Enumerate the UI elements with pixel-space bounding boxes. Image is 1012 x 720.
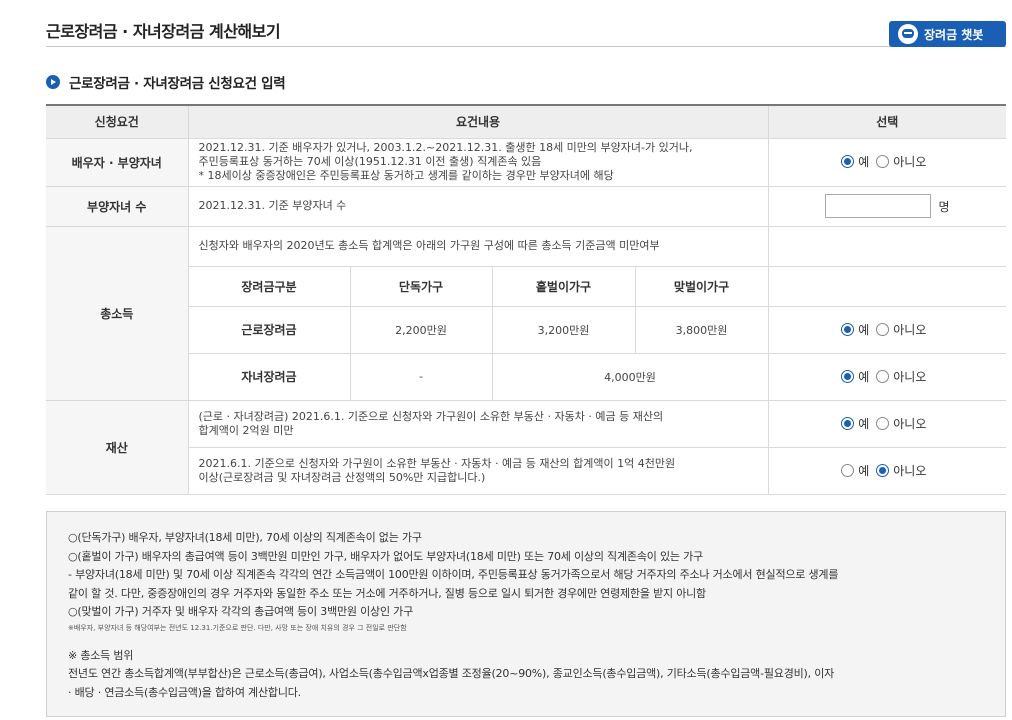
- spouse-line-2: 주민등록표상 동거하는 70세 이상(1951.12.31 이전 출생) 직계존…: [198, 155, 542, 168]
- chatbot-label: 장려금 챗봇: [924, 27, 984, 42]
- property-2-radio-group: 예 아니오: [841, 462, 933, 479]
- income-child-radio-no[interactable]: [876, 369, 890, 383]
- note-line-3: - 부양자녀(18세 미만) 및 70세 이상 직계존속 각각의 연간 소득금액…: [68, 568, 839, 581]
- spouse-description: 2021.12.31. 기준 배우자가 있거나, 2003.1.2.~2021.…: [188, 138, 769, 187]
- property-2-radio-yes[interactable]: [841, 463, 855, 477]
- radio-label-no: 아니오: [893, 369, 927, 384]
- radio-label-yes: 예: [858, 155, 870, 169]
- section-title-text: 근로장려금 · 자녀장려금 신청요건 입력: [69, 76, 286, 92]
- property-1-select: 예 아니오: [767, 400, 1007, 448]
- income-intro: 신청자와 배우자의 2020년도 총소득 합계액은 아래의 가구원 구성에 따른…: [188, 226, 769, 267]
- income-child-label: 자녀장려금: [188, 353, 350, 401]
- note-line-6: ※ 총소득 범위: [68, 648, 134, 662]
- note-line-4: 같이 할 것. 다만, 중증장애인의 경우 거주자와 동일한 주소 또는 거소에…: [68, 586, 706, 600]
- income-work-single: 2,200만원: [349, 306, 492, 354]
- table-row-income-child: 자녀장려금 - 4,000만원 예 아니오: [46, 353, 1007, 401]
- property-1-description: (근로 · 자녀장려금) 2021.6.1. 기준으로 신청자와 가구원이 소유…: [188, 400, 769, 448]
- note-line-5: ○(맞벌이 가구) 거주자 및 배우자 각각의 총급여액 등이 3백만원 이상인…: [68, 605, 414, 618]
- requirements-table: 신청요건 요건내용 선택 배우자 · 부양자녀 2021.12.31. 기준 배…: [46, 104, 1007, 495]
- header-requirement: 신청요건: [46, 104, 188, 139]
- income-work-radio-yes[interactable]: [841, 322, 855, 336]
- radio-label-yes: 예: [858, 463, 870, 478]
- income-col-single: 단독가구: [349, 266, 492, 307]
- spouse-line-1: 2021.12.31. 기준 배우자가 있거나, 2003.1.2.~2021.…: [198, 141, 693, 154]
- spouse-select: 예 아니오: [767, 138, 1007, 187]
- spouse-radio-no[interactable]: [876, 155, 890, 168]
- chatbot-button[interactable]: 장려금 챗봇: [889, 21, 1006, 47]
- income-col-two-earner: 맞벌이가구: [634, 266, 769, 307]
- income-child-earner: 4,000만원: [491, 353, 769, 401]
- income-child-radio-group: 예 아니오: [841, 368, 933, 385]
- section-title: 근로장려금 · 자녀장려금 신청요건 입력: [46, 72, 286, 92]
- table-row-property-1: 재산 (근로 · 자녀장려금) 2021.6.1. 기준으로 신청자와 가구원이…: [46, 400, 1007, 495]
- income-work-two-earner: 3,800만원: [634, 306, 769, 354]
- row-label-income: 총소득: [46, 226, 189, 401]
- radio-label-no: 아니오: [893, 155, 927, 169]
- table-row-income-intro: 총소득 신청자와 배우자의 2020년도 총소득 합계액은 아래의 가구원 구성…: [46, 226, 1007, 401]
- property-1-radio-group: 예 아니오: [841, 415, 933, 432]
- note-small-print: ※배우자, 부양자녀 등 해당여부는 전년도 12.31.기준으로 판단. 다만…: [68, 623, 407, 632]
- header-select: 선택: [767, 104, 1007, 139]
- table-row-income-headers: 장려금구분 단독가구 홑벌이가구 맞벌이가구: [46, 266, 1007, 307]
- table-header-row: 신청요건 요건내용 선택: [46, 104, 1007, 139]
- property-2-line-2: 이상(근로장려금 및 자녀장려금 산정액의 50%만 지급합니다.): [198, 470, 486, 484]
- income-child-single: -: [349, 353, 492, 401]
- income-work-one-earner: 3,200만원: [491, 306, 635, 354]
- row-label-property: 재산: [46, 400, 189, 495]
- title-divider: [46, 46, 1006, 47]
- income-col-one-earner: 홑벌이가구: [491, 266, 635, 307]
- radio-label-yes: 예: [858, 416, 870, 431]
- note-line-1: ○(단독가구) 배우자, 부양자녀(18세 미만), 70세 이상의 직계존속이…: [68, 531, 422, 544]
- note-line-2: ○(홑벌이 가구) 배우자의 총급여액 등이 3백만원 미만인 가구, 배우자가…: [68, 549, 703, 563]
- property-2-select: 예 아니오: [767, 447, 1007, 495]
- table-row-spouse: 배우자 · 부양자녀 2021.12.31. 기준 배우자가 있거나, 2003…: [46, 138, 1007, 187]
- property-2-description: 2021.6.1. 기준으로 신청자와 가구원이 소유한 부동산 · 자동차 ·…: [188, 447, 769, 495]
- property-2-radio-no[interactable]: [876, 463, 890, 477]
- arrow-circle-icon: [46, 75, 60, 89]
- spouse-line-3: * 18세이상 중증장애인은 주민등록표상 동거하고 생계를 같이하는 경우만 …: [198, 169, 614, 182]
- note-line-8: · 배당 · 연금소득(총수입금액)을 합하여 계산합니다.: [68, 685, 301, 699]
- table-row-income-work: 근로장려금 2,200만원 3,200만원 3,800만원 예 아니오: [46, 306, 1007, 354]
- radio-label-yes: 예: [858, 322, 870, 337]
- property-1-radio-yes[interactable]: [841, 416, 855, 430]
- property-1-line-2: 합계액이 2억원 미만: [198, 423, 294, 437]
- header-content: 요건내용: [187, 104, 769, 139]
- radio-label-no: 아니오: [893, 416, 927, 431]
- dependents-select: 명: [767, 186, 1007, 227]
- income-work-radio-no[interactable]: [876, 322, 890, 336]
- property-2-line-1: 2021.6.1. 기준으로 신청자와 가구원이 소유한 부동산 · 자동차 ·…: [198, 456, 676, 470]
- row-label-spouse: 배우자 · 부양자녀: [46, 138, 189, 187]
- table-row-property-2: 2021.6.1. 기준으로 신청자와 가구원이 소유한 부동산 · 자동차 ·…: [46, 447, 1007, 495]
- notes-box: ○(단독가구) 배우자, 부양자녀(18세 미만), 70세 이상의 직계존속이…: [46, 511, 1006, 717]
- spouse-radio-yes[interactable]: [841, 155, 855, 168]
- dependents-count-input[interactable]: [825, 194, 932, 218]
- property-1-radio-no[interactable]: [876, 416, 890, 430]
- note-line-7: 전년도 연간 총소득합계액(부부합산)은 근로소득(총급여), 사업소득(총수입…: [68, 667, 835, 680]
- income-work-radio-group: 예 아니오: [841, 321, 933, 338]
- radio-label-yes: 예: [858, 369, 870, 384]
- income-col-type: 장려금구분: [188, 266, 350, 307]
- property-1-line-1: (근로 · 자녀장려금) 2021.6.1. 기준으로 신청자와 가구원이 소유…: [198, 409, 664, 423]
- page-title: 근로장려금 · 자녀장려금 계산해보기: [46, 22, 281, 41]
- dependents-unit: 명: [938, 199, 950, 214]
- income-work-select: 예 아니오: [767, 306, 1007, 354]
- dependents-description: 2021.12.31. 기준 부양자녀 수: [188, 186, 769, 227]
- spouse-radio-group: 예 아니오: [841, 153, 933, 170]
- radio-label-no: 아니오: [893, 463, 927, 478]
- chatbot-icon: [898, 24, 918, 44]
- income-child-radio-yes[interactable]: [841, 369, 855, 383]
- income-work-label: 근로장려금: [188, 306, 350, 354]
- row-label-dependents: 부양자녀 수: [46, 186, 189, 227]
- table-row-dependents: 부양자녀 수 2021.12.31. 기준 부양자녀 수 명: [46, 186, 1007, 227]
- income-child-select: 예 아니오: [767, 353, 1007, 401]
- radio-label-no: 아니오: [893, 322, 927, 337]
